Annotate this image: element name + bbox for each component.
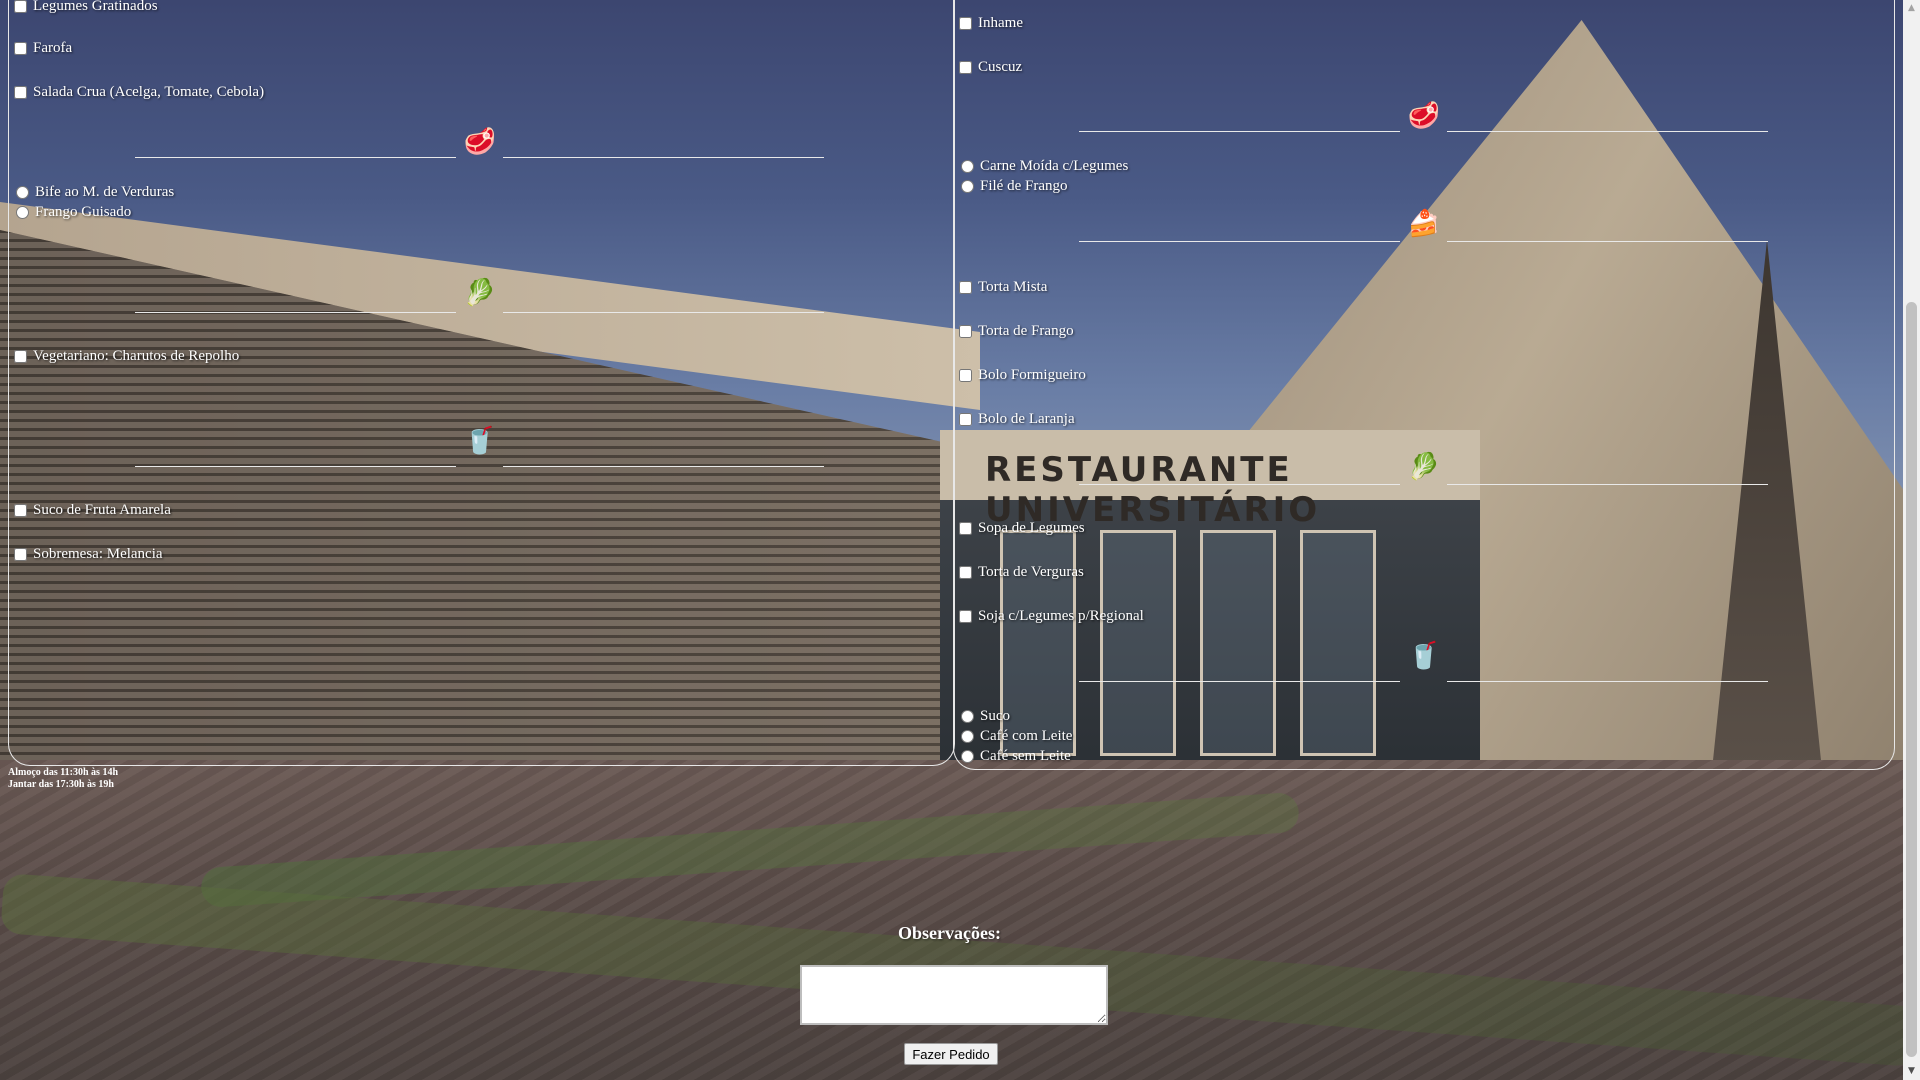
submit-order-button[interactable]: Fazer Pedido [904, 1043, 998, 1065]
menu-item-radio[interactable] [16, 185, 29, 199]
cabbage-icon: 🥬 [463, 278, 497, 307]
menu-item-radio[interactable] [961, 179, 974, 193]
menu-item-checkbox[interactable] [14, 503, 27, 517]
menu-item-checkbox[interactable] [959, 60, 972, 74]
menu-item-torta-verguras[interactable]: Torta de Verguras [959, 562, 1084, 582]
menu-item-label: Soja c/Legumes p/Regional [978, 608, 1144, 624]
observations-label: Observações: [898, 923, 1001, 943]
menu-item-checkbox[interactable] [14, 0, 27, 13]
cabbage-icon: 🥬 [1407, 452, 1441, 481]
menu-item-torta-frango[interactable]: Torta de Frango [959, 321, 1074, 341]
menu-item-checkbox[interactable] [959, 565, 972, 579]
menu-item-label: Bolo Formigueiro [978, 367, 1086, 383]
menu-item-cafe-sem-leite[interactable]: Café sem Leite [961, 746, 1071, 766]
cake-slice-icon: 🍰 [1407, 209, 1441, 238]
menu-item-label: Suco [980, 708, 1010, 724]
menu-item-checkbox[interactable] [14, 41, 27, 55]
menu-item-label: Suco de Fruta Amarela [33, 502, 171, 518]
page-scrollbar[interactable]: ▲ ▼ [1903, 0, 1920, 1080]
menu-item-legumes-gratinados[interactable]: Legumes Gratinados [14, 0, 158, 16]
menu-item-label: Salada Crua (Acelga, Tomate, Cebola) [33, 84, 265, 100]
menu-item-cafe-com-leite[interactable]: Café com Leite [961, 726, 1072, 746]
menu-item-label: Café sem Leite [980, 748, 1071, 764]
menu-item-radio[interactable] [961, 729, 974, 743]
menu-item-vegetariano[interactable]: Vegetariano: Charutos de Repolho [14, 346, 239, 366]
juice-cup-icon: 🥤 [1407, 641, 1441, 670]
menu-item-label: Torta Mista [978, 279, 1048, 295]
menu-item-radio[interactable] [961, 749, 974, 763]
divider-line [1079, 681, 1400, 682]
observations-textarea[interactable] [800, 965, 1108, 1025]
divider-line [1079, 484, 1400, 485]
divider-line [1447, 241, 1768, 242]
scroll-up-arrow-icon[interactable]: ▲ [1903, 0, 1920, 17]
menu-item-label: Sopa de Legumes [978, 520, 1085, 536]
divider-line [1447, 681, 1768, 682]
menu-item-label: Torta de Frango [978, 323, 1074, 339]
menu-item-frango-guisado[interactable]: Frango Guisado [16, 202, 131, 222]
menu-item-bife[interactable]: Bife ao M. de Verduras [16, 182, 174, 202]
menu-item-label: Cuscuz [978, 59, 1023, 75]
menu-item-checkbox[interactable] [959, 412, 972, 426]
menu-item-label: Legumes Gratinados [33, 0, 158, 14]
juice-cup-icon: 🥤 [463, 426, 497, 455]
menu-item-carne-moida[interactable]: Carne Moída c/Legumes [961, 156, 1128, 176]
meat-icon: 🥩 [1407, 101, 1441, 130]
menu-item-torta-mista[interactable]: Torta Mista [959, 277, 1047, 297]
menu-item-suco-fruta[interactable]: Suco de Fruta Amarela [14, 500, 171, 520]
lunch-hours: Almoço das 11:30h às 14h [8, 767, 119, 778]
menu-item-bolo-laranja[interactable]: Bolo de Laranja [959, 409, 1075, 429]
divider-line [1447, 484, 1768, 485]
menu-item-label: Bife ao M. de Verduras [35, 184, 175, 200]
menu-item-checkbox[interactable] [959, 521, 972, 535]
divider-line [1447, 131, 1768, 132]
menu-item-sobremesa[interactable]: Sobremesa: Melancia [14, 544, 163, 564]
menu-item-file-frango[interactable]: Filé de Frango [961, 176, 1068, 196]
menu-item-farofa[interactable]: Farofa [14, 38, 72, 58]
menu-item-radio[interactable] [961, 159, 974, 173]
scrollbar-thumb[interactable] [1906, 302, 1917, 1057]
menu-item-checkbox[interactable] [959, 16, 972, 30]
menu-item-label: Filé de Frango [980, 178, 1068, 194]
menu-item-checkbox[interactable] [14, 547, 27, 561]
menu-item-salada-crua[interactable]: Salada Crua (Acelga, Tomate, Cebola) [14, 82, 264, 102]
divider-line [135, 466, 456, 467]
divider-line [1079, 241, 1400, 242]
menu-item-cuscuz[interactable]: Cuscuz [959, 57, 1022, 77]
scroll-down-arrow-icon[interactable]: ▼ [1903, 1063, 1920, 1080]
divider-line [1079, 131, 1400, 132]
dinner-hours: Jantar das 17:30h às 19h [8, 779, 114, 790]
menu-item-label: Inhame [978, 15, 1023, 31]
menu-item-checkbox[interactable] [959, 280, 972, 294]
divider-line [503, 157, 824, 158]
menu-item-label: Frango Guisado [35, 204, 132, 220]
menu-item-label: Torta de Verguras [978, 564, 1084, 580]
opening-hours: Almoço das 11:30h às 14h Jantar das 17:3… [8, 767, 118, 791]
menu-item-checkbox[interactable] [14, 349, 27, 363]
menu-item-label: Bolo de Laranja [978, 411, 1075, 427]
menu-item-suco[interactable]: Suco [961, 706, 1010, 726]
menu-item-label: Café com Leite [980, 728, 1073, 744]
menu-item-inhame[interactable]: Inhame [959, 13, 1023, 33]
divider-line [503, 466, 824, 467]
menu-item-bolo-formigueiro[interactable]: Bolo Formigueiro [959, 365, 1086, 385]
menu-item-sopa-legumes[interactable]: Sopa de Legumes [959, 518, 1085, 538]
menu-item-label: Sobremesa: Melancia [33, 546, 163, 562]
menu-item-label: Farofa [33, 40, 73, 56]
menu-item-checkbox[interactable] [959, 324, 972, 338]
meat-icon: 🥩 [463, 127, 497, 156]
divider-line [135, 312, 456, 313]
menu-item-radio[interactable] [16, 205, 29, 219]
divider-line [135, 157, 456, 158]
menu-item-label: Vegetariano: Charutos de Repolho [33, 348, 240, 364]
menu-item-checkbox[interactable] [959, 368, 972, 382]
menu-item-soja-legumes[interactable]: Soja c/Legumes p/Regional [959, 606, 1144, 626]
menu-panel-left [8, 0, 955, 766]
divider-line [503, 312, 824, 313]
menu-item-checkbox[interactable] [959, 609, 972, 623]
menu-item-checkbox[interactable] [14, 85, 27, 99]
menu-item-radio[interactable] [961, 709, 974, 723]
menu-item-label: Carne Moída c/Legumes [980, 158, 1129, 174]
